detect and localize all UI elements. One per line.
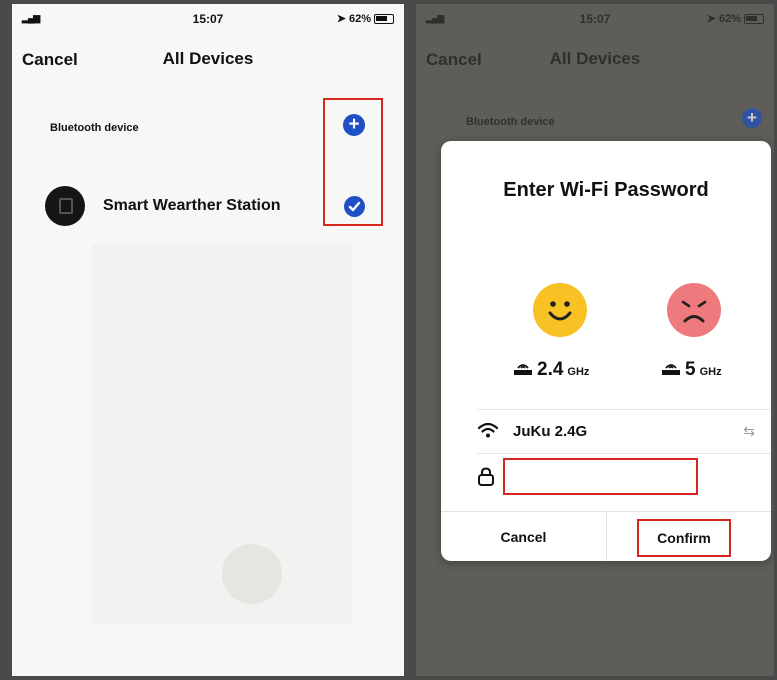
background-circle	[222, 544, 282, 604]
sad-face-icon	[667, 283, 721, 337]
nav-bar: Cancel All Devices	[416, 40, 774, 80]
device-avatar	[45, 186, 85, 226]
password-row	[441, 456, 771, 496]
status-right: ➤ 62%	[707, 12, 764, 25]
cancel-button[interactable]: Cancel	[426, 50, 482, 70]
device-name: Smart Wearther Station	[103, 197, 281, 214]
switch-network-icon[interactable]: ⇆	[743, 423, 755, 440]
dialog-cancel-button[interactable]: Cancel	[441, 512, 606, 561]
band-unit: GHz	[567, 366, 590, 378]
confirm-button[interactable]: Confirm	[637, 519, 731, 557]
location-icon: ➤	[336, 13, 346, 25]
status-right: ➤ 62%	[337, 12, 394, 25]
dialog-button-row: Cancel Confirm	[441, 511, 771, 561]
dialog-title: Enter Wi-Fi Password	[503, 179, 709, 201]
section-label-bluetooth: Bluetooth device	[50, 122, 139, 134]
status-bar: ▂▄▆ 15:07 ➤ 62%	[12, 4, 404, 32]
divider	[477, 453, 771, 454]
battery-percent: 62%	[348, 12, 371, 25]
band-unit: GHz	[699, 366, 722, 378]
section-label-bluetooth: Bluetooth device	[466, 116, 555, 128]
router-icon	[513, 362, 533, 376]
ssid-row[interactable]: JuKu 2.4G ⇆	[441, 411, 771, 451]
router-icon	[661, 362, 681, 376]
wifi-password-dialog: Enter Wi-Fi Password 2.4 GHz 5 GHz JuKu …	[441, 141, 771, 561]
band-frequency: 5	[685, 359, 696, 380]
band-5ghz: 5 GHz	[661, 359, 722, 381]
battery-icon	[744, 13, 764, 24]
status-bar: ▂▄▆ 15:07 ➤ 62%	[416, 4, 774, 32]
check-circle-icon[interactable]	[344, 196, 365, 217]
wifi-icon	[477, 421, 499, 444]
device-list-item[interactable]: Smart Wearther Station	[42, 184, 382, 228]
happy-face-icon	[533, 283, 587, 337]
screen-wifi-password: ▂▄▆ 15:07 ➤ 62% Cancel All Devices Bluet…	[416, 4, 774, 676]
wifi-ssid: JuKu 2.4G	[513, 423, 588, 440]
lock-icon	[477, 467, 495, 491]
band-2-4ghz: 2.4 GHz	[513, 359, 589, 381]
plus-circle-icon[interactable]: +	[742, 108, 762, 128]
cancel-button[interactable]: Cancel	[22, 50, 78, 70]
screen-all-devices: ▂▄▆ 15:07 ➤ 62% Cancel All Devices Bluet…	[12, 4, 404, 676]
divider	[477, 409, 771, 410]
location-icon: ➤	[706, 13, 716, 25]
battery-icon	[374, 13, 394, 24]
nav-bar: Cancel All Devices	[12, 40, 404, 80]
plus-circle-icon[interactable]: +	[343, 114, 365, 136]
battery-percent: 62%	[718, 12, 741, 25]
button-divider	[606, 512, 607, 561]
band-frequency: 2.4	[537, 359, 564, 380]
password-input[interactable]	[503, 458, 698, 495]
